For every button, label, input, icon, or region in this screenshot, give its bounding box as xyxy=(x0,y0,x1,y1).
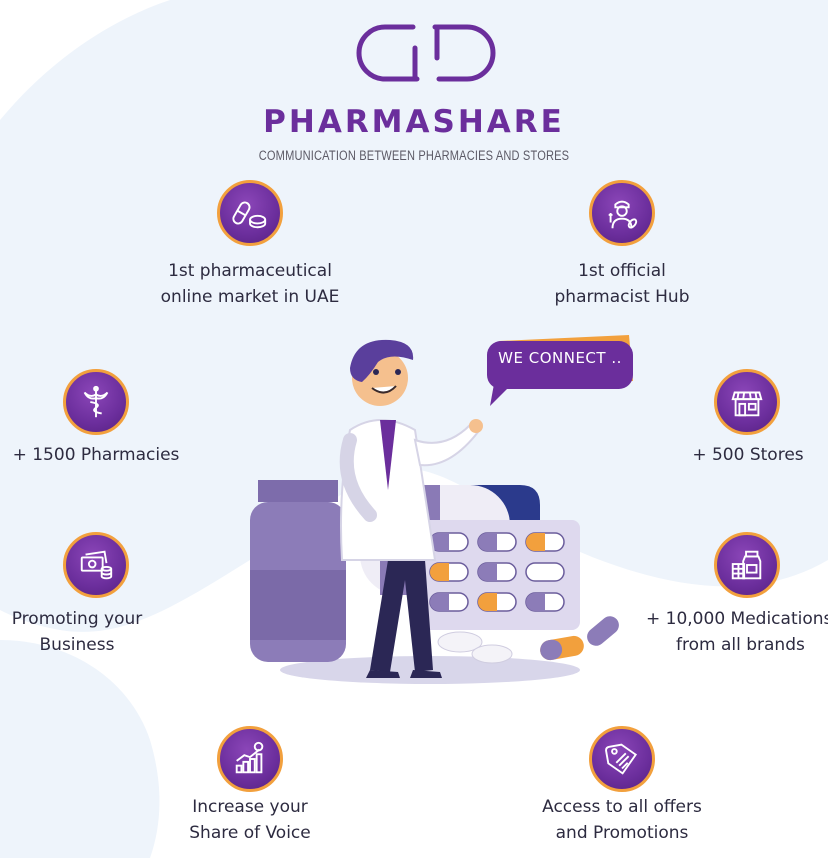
feature-medications-line1: + 10,000 Medications xyxy=(646,609,828,629)
feature-pharmacist-hub: 1st official pharmacist Hub xyxy=(512,258,732,310)
feature-stores-line1: + 500 Stores xyxy=(692,445,804,465)
brand-tagline: COMMUNICATION BETWEEN PHARMACIES AND STO… xyxy=(258,148,570,163)
feature-pharmacist-hub-line1: 1st official xyxy=(578,261,666,281)
feature-offers: Access to all offers and Promotions xyxy=(512,794,732,846)
speech-bubble-tail xyxy=(490,384,512,406)
pharmacist-icon xyxy=(589,180,655,246)
feature-pharmacies: + 1500 Pharmacies xyxy=(0,442,192,468)
growth-chart-icon xyxy=(217,726,283,792)
feature-promoting-line2: Business xyxy=(39,635,115,655)
feature-promoting: Promoting your Business xyxy=(0,606,154,658)
speech-bubble-text: WE CONNECT .. xyxy=(498,349,622,367)
feature-online-market: 1st pharmaceutical online market in UAE xyxy=(140,258,360,310)
feature-promoting-line1: Promoting your xyxy=(11,609,143,629)
feature-medications: + 10,000 Medications from all brands xyxy=(646,606,828,658)
money-icon xyxy=(63,532,129,598)
feature-offers-line1: Access to all offers xyxy=(542,797,702,817)
infographic-page: PHARMASHARE COMMUNICATION BETWEEN PHARMA… xyxy=(0,0,828,858)
feature-medications-line2: from all brands xyxy=(676,635,805,655)
feature-online-market-line1: 1st pharmaceutical xyxy=(168,261,332,281)
brand-name: PHARMASHARE xyxy=(263,104,565,140)
medicine-bottle-icon xyxy=(714,532,780,598)
feature-share-of-voice: Increase your Share of Voice xyxy=(140,794,360,846)
feature-share-of-voice-line2: Share of Voice xyxy=(189,823,311,843)
feature-offers-line2: and Promotions xyxy=(555,823,689,843)
feature-stores: + 500 Stores xyxy=(672,442,824,468)
feature-share-of-voice-line1: Increase your xyxy=(192,797,308,817)
storefront-icon xyxy=(714,369,780,435)
caduceus-icon xyxy=(63,369,129,435)
pills-icon xyxy=(217,180,283,246)
price-tag-icon xyxy=(589,726,655,792)
feature-pharmacist-hub-line2: pharmacist Hub xyxy=(554,287,690,307)
feature-online-market-line2: online market in UAE xyxy=(160,287,340,307)
pharmashare-logo xyxy=(356,24,496,82)
feature-pharmacies-line1: + 1500 Pharmacies xyxy=(12,445,180,465)
